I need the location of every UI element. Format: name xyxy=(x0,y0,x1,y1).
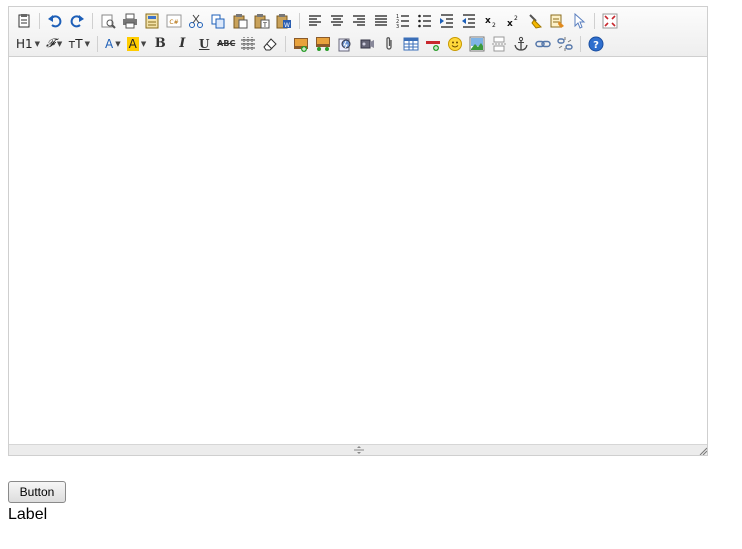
insert-table-icon[interactable] xyxy=(400,33,422,55)
attachment-icon[interactable] xyxy=(378,33,400,55)
editor-toolbar: C# T W 1 2 3 x 2 x 2 H1 ▼ 𝓕 ▼ ᴛT ▼ A ▼ A ▼ B I U ABC? xyxy=(9,7,707,57)
print-icon[interactable] xyxy=(119,10,141,32)
chevron-down-icon: ▼ xyxy=(56,39,63,48)
insert-image-icon[interactable] xyxy=(290,33,312,55)
clear-format-icon[interactable] xyxy=(524,10,546,32)
back-color-label: A xyxy=(126,36,139,51)
font-family-dropdown[interactable]: 𝓕 ▼ xyxy=(43,33,65,55)
font-color-dropdown[interactable]: A ▼ xyxy=(102,33,124,55)
editor-status-bar xyxy=(9,444,707,455)
outdent-icon[interactable] xyxy=(458,10,480,32)
insert-media-icon[interactable] xyxy=(356,33,378,55)
align-justify-icon[interactable] xyxy=(370,10,392,32)
toolbar-separator xyxy=(97,35,99,52)
paste-icon[interactable] xyxy=(229,10,251,32)
italic-label: I xyxy=(179,36,186,51)
toolbar-separator xyxy=(285,35,287,52)
action-button[interactable]: Button xyxy=(8,481,66,503)
toolbar-separator xyxy=(580,35,582,52)
align-right-icon[interactable] xyxy=(348,10,370,32)
paste-source-icon[interactable] xyxy=(13,10,35,32)
bold-button[interactable]: B xyxy=(149,33,171,55)
paste-word-icon[interactable]: W xyxy=(273,10,295,32)
back-color-dropdown[interactable]: A ▼ xyxy=(124,33,150,55)
chevron-down-icon: ▼ xyxy=(84,39,91,48)
svg-text:2: 2 xyxy=(514,15,518,22)
preview-icon[interactable] xyxy=(97,10,119,32)
toolbar-row-2: H1 ▼ 𝓕 ▼ ᴛT ▼ A ▼ A ▼ B I U ABC? xyxy=(13,32,703,55)
editor-content-area[interactable] xyxy=(9,57,707,445)
redo-icon[interactable] xyxy=(66,10,88,32)
unlink-icon[interactable] xyxy=(554,33,576,55)
select-all-icon[interactable] xyxy=(546,10,568,32)
svg-text:T: T xyxy=(262,22,267,29)
align-center-icon[interactable] xyxy=(326,10,348,32)
chevron-down-icon: ▼ xyxy=(34,39,41,48)
paste-text-icon[interactable]: T xyxy=(251,10,273,32)
heading-dropdown[interactable]: H1 ▼ xyxy=(13,33,43,55)
status-label: Label xyxy=(8,506,48,523)
toolbar-separator xyxy=(594,12,595,29)
anchor-icon[interactable] xyxy=(510,33,532,55)
indent-icon[interactable] xyxy=(436,10,458,32)
italic-button[interactable]: I xyxy=(171,33,193,55)
emoticon-icon[interactable] xyxy=(444,33,466,55)
underline-label: U xyxy=(199,36,210,51)
select-pointer-icon[interactable] xyxy=(568,10,590,32)
help-icon[interactable]: ? xyxy=(585,33,607,55)
subscript-icon[interactable]: x2 xyxy=(480,10,502,32)
insert-table-grid-icon[interactable] xyxy=(237,33,259,55)
svg-text:3: 3 xyxy=(396,24,399,29)
toolbar-separator xyxy=(92,12,93,29)
toolbar-separator xyxy=(39,12,40,29)
heading-label: H1 xyxy=(16,36,33,51)
copy-icon[interactable] xyxy=(207,10,229,32)
page-break-icon[interactable] xyxy=(488,33,510,55)
svg-text:x: x xyxy=(507,19,513,29)
chevron-down-icon: ▼ xyxy=(115,39,121,48)
ordered-list-icon[interactable]: 123 xyxy=(392,10,414,32)
resize-grip-icon[interactable] xyxy=(352,446,366,454)
toolbar-separator xyxy=(299,12,300,29)
align-left-icon[interactable] xyxy=(304,10,326,32)
svg-text:W: W xyxy=(284,22,290,29)
font-color-label: A xyxy=(105,36,114,51)
horizontal-rule-icon[interactable] xyxy=(422,33,444,55)
insert-gallery-icon[interactable] xyxy=(312,33,334,55)
strikethrough-label: ABC xyxy=(217,39,236,48)
font-size-dropdown[interactable]: ᴛT ▼ xyxy=(65,33,93,55)
superscript-icon[interactable]: x2 xyxy=(502,10,524,32)
underline-button[interactable]: U xyxy=(193,33,215,55)
chevron-down-icon: ▼ xyxy=(140,39,147,48)
svg-text:C#: C# xyxy=(169,19,178,26)
font-size-label: ᴛT xyxy=(68,36,83,51)
svg-text:2: 2 xyxy=(492,22,496,29)
insert-code-icon[interactable]: C# xyxy=(163,10,185,32)
bold-label: B xyxy=(154,36,166,51)
image-map-icon[interactable] xyxy=(466,33,488,55)
eraser-icon[interactable] xyxy=(259,33,281,55)
strikethrough-button[interactable]: ABC xyxy=(215,33,237,55)
resize-corner-icon[interactable] xyxy=(699,447,707,455)
template-icon[interactable] xyxy=(141,10,163,32)
cut-icon[interactable] xyxy=(185,10,207,32)
undo-icon[interactable] xyxy=(44,10,66,32)
svg-text:?: ? xyxy=(593,40,599,51)
toolbar-row-1: C# T W 1 2 3 x 2 x 2 xyxy=(13,9,703,32)
font-family-label: 𝓕 xyxy=(46,36,55,50)
link-icon[interactable] xyxy=(532,33,554,55)
unordered-list-icon[interactable] xyxy=(414,10,436,32)
insert-flash-icon[interactable] xyxy=(334,33,356,55)
rich-text-editor: C# T W 1 2 3 x 2 x 2 H1 ▼ 𝓕 ▼ ᴛT ▼ A ▼ A ▼ B I U ABC? xyxy=(8,6,708,456)
fullscreen-icon[interactable] xyxy=(599,10,621,32)
svg-text:x: x xyxy=(485,16,491,26)
